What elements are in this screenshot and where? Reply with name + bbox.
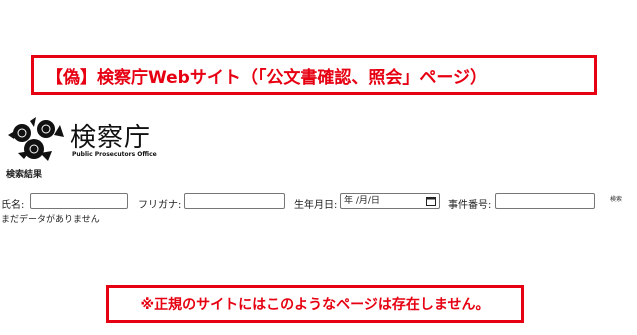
logo: 検察庁 Public Prosecutors Office	[4, 115, 164, 165]
page-title: 検索結果	[6, 170, 43, 180]
notice-box: ※正規のサイトにはこのようなページは存在しません。	[106, 285, 524, 323]
name-label: 氏名:	[1, 200, 25, 211]
calendar-icon[interactable]	[426, 196, 436, 206]
no-data-message: まだデータがありません	[1, 215, 100, 225]
chrysanthemum-emblem-icon	[8, 117, 64, 161]
logo-name: 検察庁	[70, 123, 152, 153]
furigana-label: フリガナ:	[138, 200, 182, 211]
birthdate-input[interactable]: 年 /月/日	[340, 193, 440, 209]
name-input[interactable]	[30, 193, 128, 209]
search-form: 氏名: フリガナ: 生年月日: 年 /月/日 事件番号: 検索	[0, 193, 637, 211]
search-button[interactable]: 検索	[610, 194, 622, 203]
fake-site-warning-text: 【偽】検察庁Webサイト（「公文書確認、照会」ページ）	[46, 67, 488, 88]
case-number-input[interactable]	[495, 193, 595, 209]
logo-subtitle: Public Prosecutors Office	[72, 151, 157, 158]
birthdate-placeholder: 年 /月/日	[344, 196, 380, 206]
case-number-label: 事件番号:	[448, 200, 492, 211]
notice-text: ※正規のサイトにはこのようなページは存在しません。	[140, 297, 490, 313]
furigana-input[interactable]	[184, 193, 285, 209]
fake-site-warning-banner: 【偽】検察庁Webサイト（「公文書確認、照会」ページ）	[31, 55, 597, 95]
birthdate-label: 生年月日:	[294, 200, 338, 211]
